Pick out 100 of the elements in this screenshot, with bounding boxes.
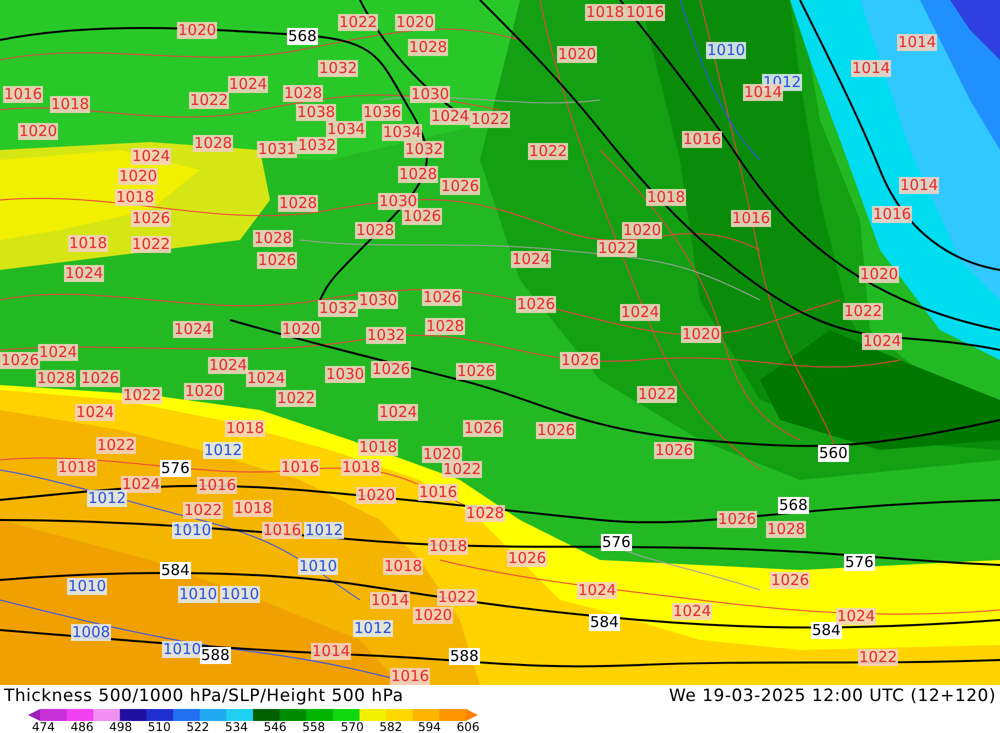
pressure-label: 1028: [36, 370, 76, 387]
pressure-label: 1022: [183, 502, 224, 519]
pressure-label: 1020: [118, 168, 158, 185]
pressure-label: 1018: [115, 189, 156, 206]
pressure-label: 1016: [197, 477, 238, 494]
pressure-label: 1020: [413, 607, 454, 624]
pressure-label: 1012: [304, 522, 344, 539]
pressure-label: 1028: [465, 505, 506, 522]
height-label: 584: [811, 622, 842, 639]
pressure-label: 1018: [428, 538, 468, 555]
pressure-label: 1022: [528, 143, 568, 160]
pressure-label: 1026: [440, 178, 480, 195]
pressure-label: 1020: [281, 321, 322, 338]
pressure-label: 1030: [410, 86, 450, 103]
pressure-label: 1016: [731, 210, 772, 227]
pressure-label: 1018: [585, 4, 626, 21]
pressure-label: 1028: [408, 39, 448, 56]
pressure-label: 1036: [362, 104, 402, 121]
pressure-label: 1026: [80, 370, 120, 387]
height-label: 584: [160, 562, 191, 579]
pressure-label: 1024: [75, 404, 116, 421]
pressure-label: 1026: [0, 352, 40, 369]
scale-tick-label: 594: [418, 721, 441, 733]
pressure-label: 1026: [463, 420, 504, 437]
pressure-label: 1018: [68, 235, 108, 252]
pressure-label: 1032: [404, 141, 444, 158]
pressure-label: 1038: [296, 104, 336, 121]
pressure-label: 1026: [654, 442, 694, 459]
height-label: 560: [818, 445, 849, 462]
pressure-label: 1020: [18, 123, 58, 140]
pressure-label: 1026: [560, 352, 600, 369]
scale-tick-label: 474: [32, 721, 55, 733]
pressure-label: 1026: [371, 361, 412, 378]
pressure-label: 1024: [430, 108, 470, 125]
pressure-label: 1018: [358, 439, 398, 456]
pressure-label: 1022: [276, 390, 316, 407]
pressure-label: 1016: [418, 484, 458, 501]
pressure-label: 1016: [262, 522, 302, 539]
pressure-label: 1024: [672, 603, 712, 620]
pressure-label: 1024: [836, 608, 876, 625]
pressure-label: 1022: [442, 461, 482, 478]
pressure-label: 1018: [383, 558, 424, 575]
pressure-label: 1024: [228, 76, 268, 93]
pressure-label: 1024: [208, 357, 248, 374]
scale-tick-label: 582: [379, 721, 402, 733]
pressure-label: 1018: [50, 96, 90, 113]
pressure-label: 1026: [257, 252, 298, 269]
scale-tick-label: 510: [148, 721, 171, 733]
height-label: 576: [160, 460, 191, 477]
pressure-label: 1032: [318, 60, 358, 77]
height-label: 588: [449, 648, 480, 665]
height-label: 576: [601, 534, 632, 551]
pressure-label: 1008: [71, 624, 112, 641]
pressure-label: 1010: [162, 641, 202, 658]
pressure-label: 1010: [67, 578, 108, 595]
pressure-label: 1024: [64, 265, 104, 282]
height-label: 576: [844, 554, 875, 571]
pressure-label: 1030: [378, 193, 418, 210]
pressure-label: 1016: [625, 4, 666, 21]
height-label: 588: [200, 647, 231, 664]
pressure-label: 1022: [437, 589, 478, 606]
pressure-label: 1026: [456, 363, 496, 380]
pressure-label: 1014: [899, 177, 940, 194]
pressure-label: 1020: [184, 383, 224, 400]
pressure-label: 1010: [706, 42, 746, 59]
pressure-label: 1018: [233, 500, 274, 517]
pressure-label: 1022: [96, 437, 136, 454]
pressure-label: 1024: [38, 344, 78, 361]
scale-tick-label: 498: [109, 721, 132, 733]
scale-tick-label: 606: [456, 721, 480, 733]
pressure-label: 1022: [858, 649, 898, 666]
pressure-label: 1020: [422, 446, 462, 463]
pressure-label: 1020: [177, 22, 218, 39]
pressure-label: 1026: [402, 208, 442, 225]
pressure-label: 1030: [325, 366, 366, 383]
pressure-label: 1012: [87, 490, 128, 507]
height-label: 568: [287, 28, 318, 45]
pressure-label: 1022: [189, 92, 230, 109]
pressure-label: 1010: [178, 586, 218, 603]
pressure-label: 1026: [422, 289, 462, 306]
pressure-label: 1024: [378, 404, 418, 421]
pressure-label: 1022: [338, 14, 378, 31]
pressure-label: 1032: [297, 137, 338, 154]
pressure-label: 1026: [131, 210, 172, 227]
pressure-label: 1020: [622, 222, 662, 239]
pressure-label: 1020: [395, 14, 436, 31]
pressure-label: 1022: [470, 111, 510, 128]
pressure-label: 1022: [843, 303, 884, 320]
pressure-label: 1028: [278, 195, 318, 212]
pressure-label: 1024: [173, 321, 214, 338]
pressure-label: 1014: [851, 60, 892, 77]
pressure-label: 1028: [398, 166, 438, 183]
pressure-label: 1024: [121, 476, 162, 493]
pressure-label: 1028: [193, 135, 234, 152]
pressure-label: 1018: [341, 459, 382, 476]
pressure-label: 1034: [382, 124, 422, 141]
pressure-label: 1012: [353, 620, 394, 637]
pressure-label: 1016: [3, 86, 44, 103]
pressure-label: 1031: [257, 141, 298, 158]
pressure-label: 1018: [57, 459, 98, 476]
